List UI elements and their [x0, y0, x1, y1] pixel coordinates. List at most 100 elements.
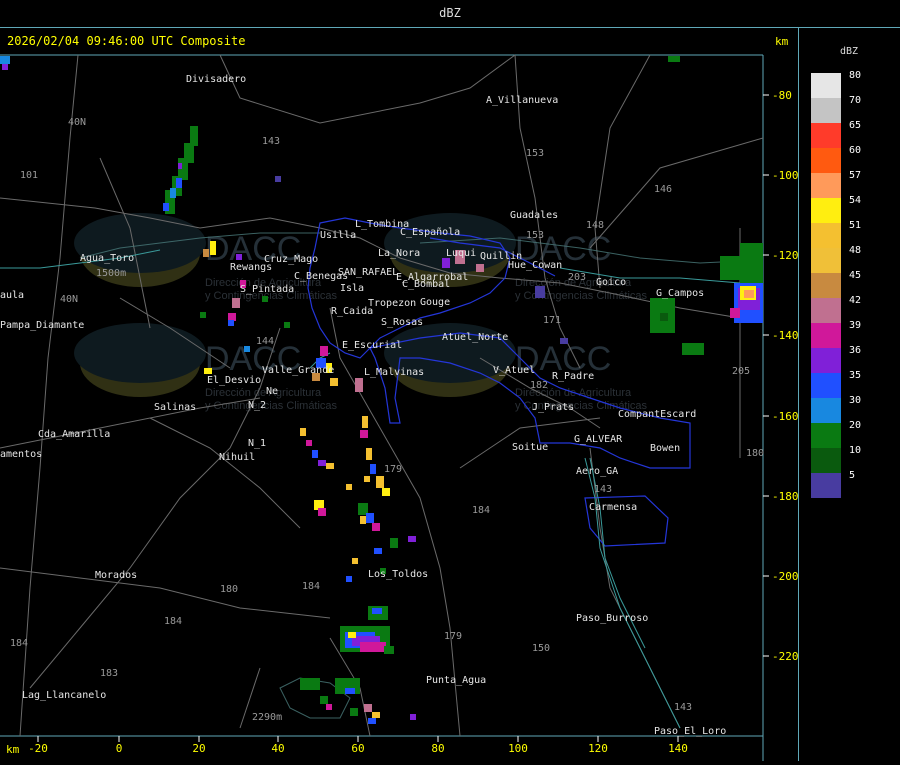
y-tick-label: -100 [772, 169, 798, 182]
place-label: 143 [262, 136, 280, 147]
place-label: 146 [654, 184, 672, 195]
place-label: 203 [568, 272, 586, 283]
legend-value: 51 [849, 220, 861, 231]
place-label: 148 [586, 220, 604, 231]
watermark-line1-3: Dirección de Agricultura [205, 387, 322, 399]
legend-swatch [811, 148, 841, 173]
place-label: G_ALVEAR [574, 434, 623, 445]
header-title: dBZ [439, 6, 461, 20]
km-top-label: km [775, 35, 789, 48]
legend-value: 5 [849, 470, 855, 481]
place-label: 143 [594, 484, 612, 495]
y-tick-label: -160 [772, 410, 798, 423]
place-label: S_Rosas [381, 317, 423, 328]
legend-swatch [811, 298, 841, 323]
place-label: 2290m [252, 712, 282, 723]
place-label: 183 [100, 668, 118, 679]
x-tick-label: 140 [668, 742, 688, 755]
place-label: Cda_Amarilla [38, 429, 110, 440]
top-bar: dBZ [0, 0, 900, 28]
place-label: 184 [472, 505, 490, 516]
legend-value: 39 [849, 320, 861, 331]
place-label: R_Padre [552, 371, 594, 382]
place-label: Goico [596, 277, 626, 288]
place-label: Paso_El_Loro [654, 726, 726, 737]
x-tick-label: 40 [271, 742, 284, 755]
place-label: 180 [746, 448, 764, 459]
x-tick-label: 20 [192, 742, 205, 755]
place-label: Hue_Cowan [508, 260, 562, 271]
place-label: Carmensa [589, 502, 637, 513]
watermark-line2-3: y Contingencias Climáticas [205, 400, 338, 412]
legend-swatch [811, 98, 841, 123]
place-label: 150 [532, 643, 550, 654]
legend-swatch [811, 398, 841, 423]
place-label: Los_Toldos [368, 569, 428, 580]
x-tick-label: 100 [508, 742, 528, 755]
place-label: 184 [10, 638, 28, 649]
place-label: amentos [0, 449, 42, 460]
place-label: V_Atuel [493, 365, 535, 376]
place-label: 144 [256, 336, 274, 347]
x-tick-label: 120 [588, 742, 608, 755]
legend-swatch [811, 448, 841, 473]
legend-value: 20 [849, 420, 861, 431]
place-label: 179 [444, 631, 462, 642]
y-tick-label: -200 [772, 570, 798, 583]
radar-map[interactable]: 2026/02/04 09:46:00 UTC Composite km km … [0, 28, 799, 761]
place-label: G_Campos [656, 288, 704, 299]
place-label: 180 [220, 584, 238, 595]
legend-swatch [811, 173, 841, 198]
x-tick-label: 0 [116, 742, 123, 755]
watermark-line2-2: y Contingencias Climáticas [515, 290, 648, 302]
place-label: R_Caida [331, 306, 373, 317]
place-label: 205 [732, 366, 750, 377]
legend-value: 36 [849, 345, 861, 356]
place-label: 171 [543, 315, 561, 326]
legend-value: 54 [849, 195, 861, 206]
place-label: Morados [95, 570, 137, 581]
place-label: Divisadero [186, 74, 246, 85]
place-label: 1500m [96, 268, 126, 279]
legend-swatch [811, 273, 841, 298]
place-label: SAN_RAFAEL [338, 267, 398, 278]
legend-value: 65 [849, 120, 861, 131]
echo-top-left [0, 56, 10, 64]
legend-value: 70 [849, 95, 861, 106]
radar-map-canvas[interactable]: 2026/02/04 09:46:00 UTC Composite km km … [0, 28, 799, 761]
place-label: 179 [384, 464, 402, 475]
place-label: Isla [340, 283, 364, 294]
legend-value: 30 [849, 395, 861, 406]
place-label: Paso_Burroso [576, 613, 648, 624]
place-label: Punta_Agua [426, 675, 486, 686]
place-label: 40N [68, 117, 86, 128]
echo-top-right [668, 56, 680, 62]
place-label: Gouge [420, 297, 450, 308]
x-tick-label: -20 [28, 742, 48, 755]
place-label: Usilla [320, 230, 356, 241]
place-label: Ne [266, 386, 278, 397]
place-label: J_Prats [532, 402, 574, 413]
place-label: 143 [674, 702, 692, 713]
legend-value: 48 [849, 245, 861, 256]
place-label: Guadales [510, 210, 558, 221]
km-bottom-label: km [6, 743, 20, 756]
place-label: Salinas [154, 402, 196, 413]
y-tick-label: -220 [772, 650, 798, 663]
place-label: Aero_GA [576, 466, 618, 477]
y-tick-label: -140 [772, 329, 798, 342]
place-label: N_2 [248, 400, 266, 411]
legend-swatch [811, 248, 841, 273]
place-label: Lag_Llancanelo [22, 690, 106, 701]
place-label: C_Española [400, 227, 460, 238]
place-label: El_Desvio [207, 375, 261, 386]
place-label: Luqui [446, 248, 476, 259]
x-tick-label: 60 [351, 742, 364, 755]
place-label: Pampa_Diamante [0, 320, 84, 331]
place-label: 101 [20, 170, 38, 181]
legend-value: 42 [849, 295, 861, 306]
place-label: 182 [530, 380, 548, 391]
place-label: CompantEscard [618, 409, 696, 420]
legend-swatch [811, 373, 841, 398]
place-label: 153 [526, 230, 544, 241]
